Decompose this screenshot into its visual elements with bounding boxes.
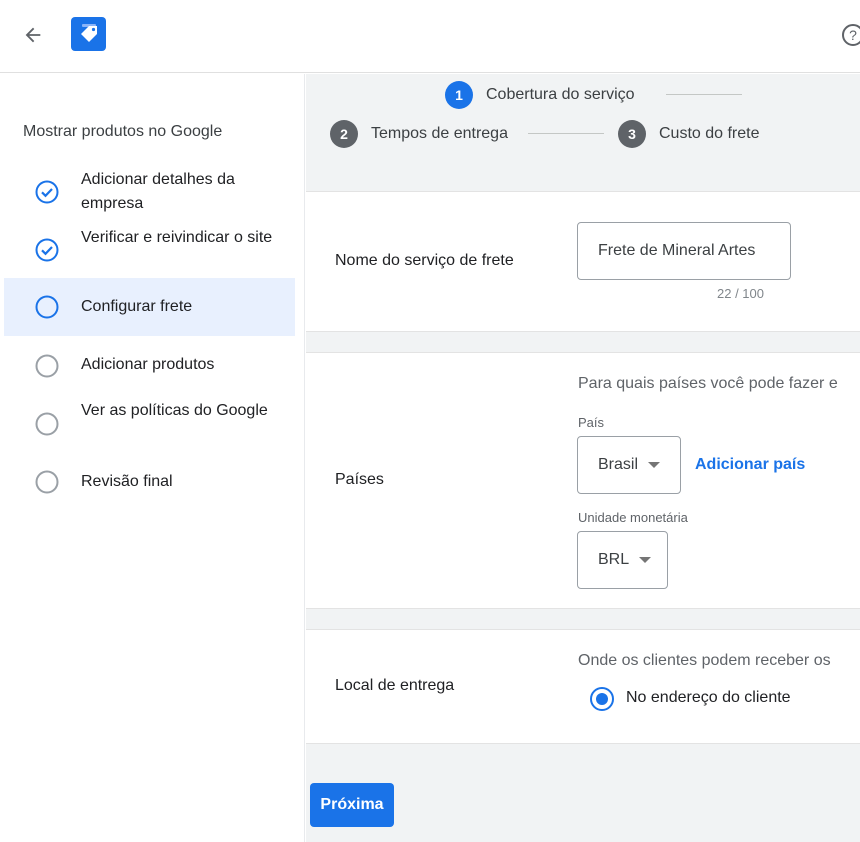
step-number-badge: 2: [330, 120, 358, 148]
sidebar-step-business-details[interactable]: Adicionar detalhes da empresa: [4, 164, 295, 220]
service-name-card: Nome do serviço de frete Frete de Minera…: [306, 191, 860, 332]
svg-text:?: ?: [849, 27, 857, 43]
setup-sidebar: Mostrar produtos no Google Adicionar det…: [0, 74, 305, 842]
currency-caption: Unidade monetária: [578, 510, 688, 525]
currency-select[interactable]: BRL: [577, 531, 668, 589]
stepper-connector: [666, 94, 742, 95]
countries-label: Países: [335, 471, 384, 488]
help-circle-icon: ?: [842, 24, 860, 46]
help-button[interactable]: ?: [840, 22, 860, 48]
sidebar-step-label: Adicionar detalhes da empresa: [81, 171, 235, 212]
countries-card: Países Para quais países você pode fazer…: [306, 352, 860, 609]
sidebar-step-configure-shipping[interactable]: Configurar frete: [4, 278, 295, 336]
customer-address-label[interactable]: No endereço do cliente: [626, 689, 791, 707]
delivery-label: Local de entrega: [335, 677, 455, 694]
progress-stepper: 1 Cobertura do serviço 2 Tempos de entre…: [306, 74, 860, 190]
step-number-badge: 3: [618, 120, 646, 148]
sidebar-step-label: Configurar frete: [81, 298, 193, 315]
radio-selected-dot: [596, 693, 608, 705]
stepper-label-coverage[interactable]: Cobertura do serviço: [486, 86, 635, 104]
stepper-label-shipping-cost[interactable]: Custo do frete: [659, 125, 760, 143]
sidebar-step-label: Adicionar produtos: [81, 356, 215, 373]
back-button[interactable]: [18, 20, 48, 50]
empty-circle-icon: [35, 412, 59, 436]
next-button[interactable]: Próxima: [310, 783, 394, 827]
step-number-badge: 1: [445, 81, 473, 109]
sidebar-step-label: Ver as políticas do Google: [81, 402, 268, 419]
empty-circle-icon: [35, 295, 59, 319]
top-bar: ?: [0, 0, 860, 73]
char-counter: 22 / 100: [717, 286, 764, 301]
shopping-tag-icon: [80, 24, 97, 42]
sidebar-step-add-products[interactable]: Adicionar produtos: [4, 340, 295, 390]
country-caption: País: [578, 415, 605, 430]
customer-address-radio[interactable]: [590, 687, 614, 711]
dropdown-caret-icon: [648, 462, 661, 468]
add-country-link[interactable]: Adicionar país: [695, 456, 805, 474]
sidebar-step-label: Verificar e reivindicar o site: [81, 229, 273, 246]
country-value: Brasil: [598, 456, 639, 473]
back-arrow-icon: [25, 27, 41, 43]
delivery-location-card: Local de entrega Onde os clientes podem …: [306, 629, 860, 744]
service-name-value: Frete de Mineral Artes: [598, 242, 756, 259]
sidebar-title: Mostrar produtos no Google: [23, 123, 223, 140]
app-logo: [71, 17, 106, 51]
countries-prompt: Para quais países você pode fazer e: [578, 375, 838, 392]
dropdown-caret-icon: [639, 557, 652, 563]
service-name-input[interactable]: Frete de Mineral Artes: [577, 222, 791, 280]
delivery-prompt: Onde os clientes podem receber os: [578, 652, 831, 669]
check-circle-icon: [35, 238, 59, 262]
sidebar-step-final-review[interactable]: Revisão final: [4, 458, 295, 506]
sidebar-step-policies[interactable]: Ver as políticas do Google: [4, 394, 295, 452]
stepper-label-delivery-times[interactable]: Tempos de entrega: [371, 125, 508, 143]
check-circle-icon: [35, 180, 59, 204]
service-name-label: Nome do serviço de frete: [335, 252, 514, 269]
currency-value: BRL: [598, 551, 630, 568]
country-select[interactable]: Brasil: [577, 436, 681, 494]
stepper-connector: [528, 133, 604, 134]
sidebar-step-verify-site[interactable]: Verificar e reivindicar o site: [4, 222, 295, 278]
empty-circle-icon: [35, 354, 59, 378]
sidebar-step-label: Revisão final: [81, 473, 173, 490]
main-content: 1 Cobertura do serviço 2 Tempos de entre…: [306, 74, 860, 842]
empty-circle-icon: [35, 470, 59, 494]
